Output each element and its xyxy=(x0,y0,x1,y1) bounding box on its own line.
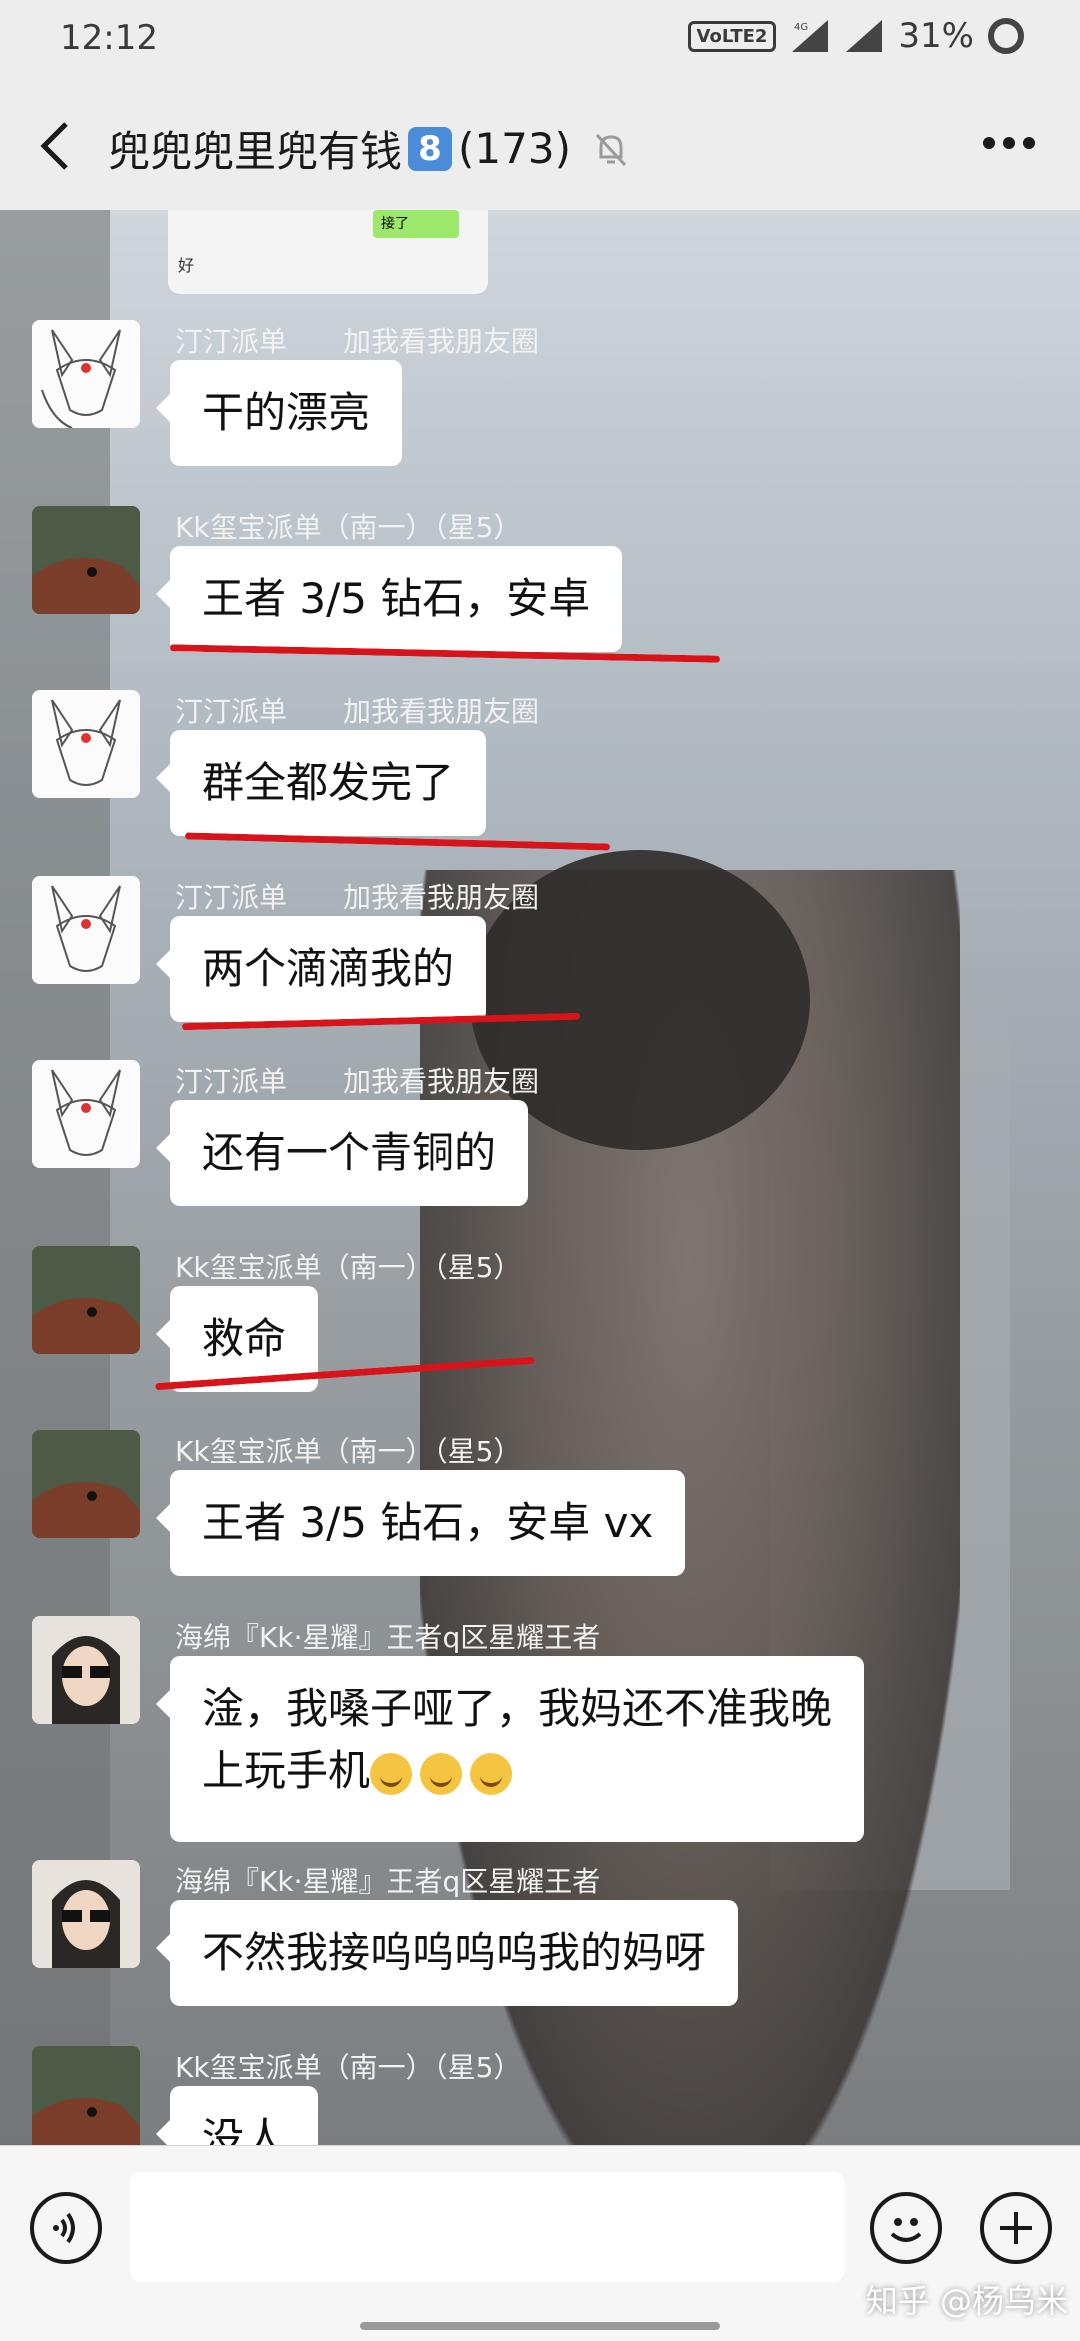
sender-name: Kk玺宝派单（南一）（星5） xyxy=(175,1251,522,1284)
sender-name: Kk玺宝派单（南一）（星5） xyxy=(175,2051,522,2084)
fox-avatar[interactable] xyxy=(32,876,140,984)
sender-name: 汀汀派单 加我看我朋友圈 xyxy=(175,881,540,914)
status-icons: VoLTE2 4G 31% xyxy=(687,16,1024,56)
input-bar: 知乎 @杨乌米 xyxy=(0,2145,1080,2341)
crying-laugh-emoji-icon xyxy=(370,1752,413,1795)
message-input[interactable] xyxy=(130,2172,844,2282)
horse-icon xyxy=(32,2046,140,2145)
girl-avatar[interactable] xyxy=(32,1860,140,1968)
previous-image-message[interactable]: 接了 好 xyxy=(168,210,488,294)
battery-percent: 31% xyxy=(898,16,974,56)
emoji-button[interactable] xyxy=(870,2192,942,2264)
girl-sunglasses-icon xyxy=(32,1860,140,1968)
chat-area[interactable]: 接了 好 汀汀派单 加我看我朋友圈 干的漂亮 Kk玺宝派单（南一）（星5） 王者… xyxy=(0,210,1080,2145)
mute-bell-icon xyxy=(595,133,627,166)
home-indicator[interactable] xyxy=(360,2322,720,2330)
background-wall xyxy=(0,210,110,2145)
sender-name: Kk玺宝派单（南一）（星5） xyxy=(175,511,522,544)
voice-input-button[interactable] xyxy=(30,2192,102,2264)
message-line-2: 上玩手机 xyxy=(202,1740,832,1802)
message-bubble[interactable]: 不然我接呜呜呜呜我的妈呀 xyxy=(155,1900,739,2006)
fox-mask-icon xyxy=(32,320,140,428)
group-name: 兜兜兜里兜有钱 xyxy=(108,127,403,176)
chat-title: 兜兜兜里兜有钱 8 (173) xyxy=(108,118,631,179)
fox-avatar[interactable] xyxy=(32,320,140,428)
back-arrow-icon[interactable] xyxy=(34,118,82,174)
signal-icon xyxy=(846,20,883,52)
watermark: 知乎 @杨乌米 xyxy=(865,2282,1068,2320)
horse-avatar[interactable] xyxy=(32,506,140,614)
sender-name: 海绵『Kk·星耀』王者q区星耀王者 xyxy=(175,1865,601,1898)
message-bubble[interactable]: 还有一个青铜的 xyxy=(155,1100,529,1206)
previous-reply: 好 xyxy=(178,256,195,275)
horse-avatar[interactable] xyxy=(32,2046,140,2145)
fox-avatar[interactable] xyxy=(32,1060,140,1168)
message-bubble[interactable]: 群全都发完了 xyxy=(155,730,487,836)
crying-laugh-emoji-icon xyxy=(470,1752,513,1795)
number-badge: 8 xyxy=(408,126,453,171)
svg-text:4G: 4G xyxy=(794,22,808,33)
sender-name: Kk玺宝派单（南一）（星5） xyxy=(175,1435,522,1468)
battery-icon xyxy=(988,18,1024,54)
message-bubble[interactable]: 淦，我嗓子哑了，我妈还不准我晚 上玩手机 xyxy=(155,1656,865,1842)
fox-mask-icon xyxy=(32,876,140,984)
volte-indicator: VoLTE2 xyxy=(687,20,777,52)
member-count: (173) xyxy=(458,124,571,173)
voice-icon xyxy=(53,2212,75,2244)
girl-sunglasses-icon xyxy=(32,1616,140,1724)
more-options-icon[interactable] xyxy=(982,136,1036,150)
sender-name: 海绵『Kk·星耀』王者q区星耀王者 xyxy=(175,1621,601,1654)
fox-mask-icon xyxy=(32,690,140,798)
status-bar: 12:12 VoLTE2 4G 31% xyxy=(0,0,1080,82)
crying-laugh-emoji-icon xyxy=(420,1752,463,1795)
horse-icon xyxy=(32,1430,140,1538)
plus-icon xyxy=(1000,2212,1032,2244)
sender-name: 汀汀派单 加我看我朋友圈 xyxy=(175,695,540,728)
smiley-icon xyxy=(890,2218,922,2242)
message-bubble[interactable]: 两个滴滴我的 xyxy=(155,916,487,1022)
girl-avatar[interactable] xyxy=(32,1616,140,1724)
add-more-button[interactable] xyxy=(980,2192,1052,2264)
signal-4g-icon: 4G xyxy=(792,20,829,52)
sender-name: 汀汀派单 加我看我朋友圈 xyxy=(175,1065,540,1098)
message-line-1: 淦，我嗓子哑了，我妈还不准我晚 xyxy=(202,1684,833,1733)
chat-header: 兜兜兜里兜有钱 8 (173) xyxy=(0,82,1080,211)
horse-icon xyxy=(32,1246,140,1354)
status-time: 12:12 xyxy=(60,18,158,58)
message-bubble[interactable]: 干的漂亮 xyxy=(155,360,403,466)
horse-icon xyxy=(32,506,140,614)
horse-avatar[interactable] xyxy=(32,1430,140,1538)
message-bubble[interactable]: 王者 3/5 钻石，安卓 xyxy=(155,546,623,652)
previous-tag: 接了 xyxy=(373,210,459,238)
fox-mask-icon xyxy=(32,1060,140,1168)
message-bubble[interactable]: 没人 xyxy=(155,2086,319,2145)
sender-name: 汀汀派单 加我看我朋友圈 xyxy=(175,325,540,358)
horse-avatar[interactable] xyxy=(32,1246,140,1354)
fox-avatar[interactable] xyxy=(32,690,140,798)
message-bubble[interactable]: 王者 3/5 钻石，安卓 vx xyxy=(155,1470,686,1576)
